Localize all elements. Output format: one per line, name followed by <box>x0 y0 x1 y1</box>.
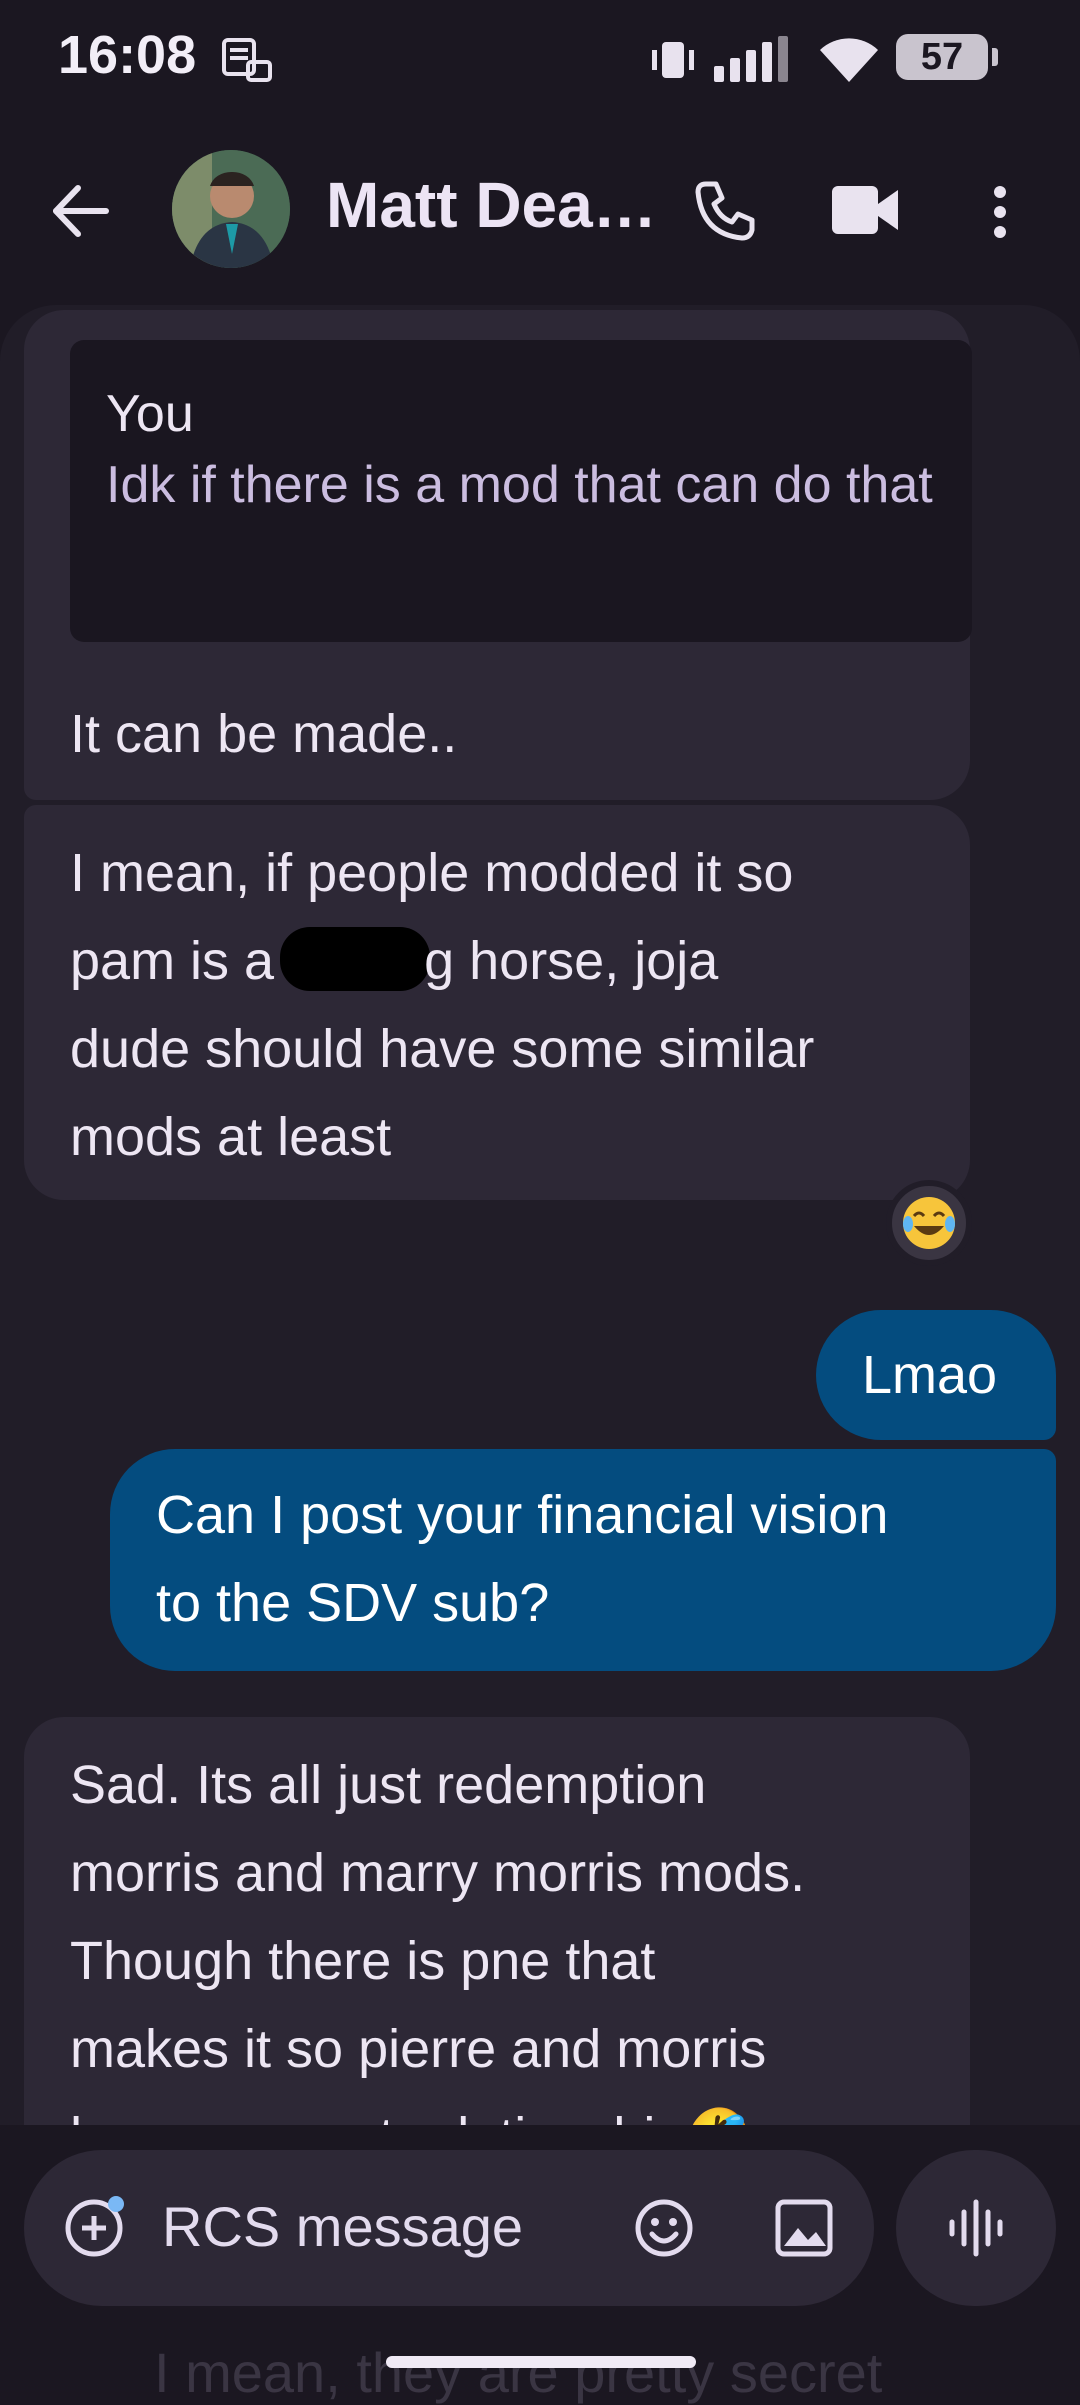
battery-indicator: 57 <box>896 34 998 80</box>
emoji-icon[interactable] <box>632 2196 696 2260</box>
message-text-line: Though there is pne that <box>70 1931 656 1991</box>
incoming-message[interactable]: Sad. Its all just redemption morris and … <box>24 1717 970 2125</box>
message-thread[interactable]: You Idk if there is a mod that can do th… <box>0 305 1080 2125</box>
message-text-line: to the SDV sub? <box>156 1573 550 1633</box>
message-text-line: have a secret relationship🤣 <box>70 2093 753 2125</box>
scrolled-message-preview: I mean, they are pretty secret <box>154 2341 883 2404</box>
status-bar: 16:08 57 <box>0 0 1080 120</box>
incoming-message[interactable]: You Idk if there is a mod that can do th… <box>24 310 972 800</box>
contact-name[interactable]: Matt Dea… <box>326 168 657 242</box>
voice-message-button[interactable] <box>896 2150 1056 2306</box>
phone-call-icon[interactable] <box>692 178 756 242</box>
message-text-segment: pam is a f <box>70 931 305 991</box>
laughing-emoji-icon <box>903 1197 955 1249</box>
message-text-line: I mean, if people modded it so <box>70 843 794 903</box>
message-text-line: Can I post your financial vision <box>156 1485 889 1545</box>
reply-sender: You <box>106 385 194 443</box>
gallery-icon[interactable] <box>774 2198 834 2258</box>
message-input[interactable]: RCS message <box>162 2194 523 2259</box>
message-text-segment: g horse, joja <box>424 931 719 991</box>
gesture-navigation-bar[interactable] <box>386 2356 696 2368</box>
notification-icon <box>222 38 272 82</box>
vibrate-icon <box>652 42 694 78</box>
message-text: Lmao <box>862 1345 998 1405</box>
more-options-icon[interactable] <box>988 184 1012 240</box>
signal-icon <box>714 36 788 82</box>
waveform-icon <box>949 2199 1003 2257</box>
reply-quote-text: Idk if there is a mod that can do that <box>106 456 933 514</box>
message-text-line: dude should have some similar <box>70 1019 815 1079</box>
back-arrow-icon[interactable] <box>46 176 116 246</box>
add-attachment-icon[interactable] <box>60 2194 128 2262</box>
censor-blot <box>280 927 431 991</box>
message-text-line: morris and marry morris mods. <box>70 1843 806 1903</box>
message-text-line: Sad. Its all just redemption <box>70 1755 707 1815</box>
message-text-line: pam is a f g horse, joja <box>70 917 718 1005</box>
wifi-icon <box>820 38 878 82</box>
status-time: 16:08 <box>58 25 197 85</box>
reaction-badge[interactable] <box>886 1180 972 1266</box>
conversation-header: Matt Dea… <box>0 150 1080 270</box>
message-composer[interactable]: RCS message <box>24 2150 874 2306</box>
message-text-line: mods at least <box>70 1107 392 1167</box>
video-call-icon[interactable] <box>830 182 900 238</box>
message-text-line: makes it so pierre and morris <box>70 2019 767 2079</box>
outgoing-message[interactable]: Can I post your financial vision to the … <box>110 1449 1056 1671</box>
quoted-reply[interactable]: You Idk if there is a mod that can do th… <box>70 340 972 642</box>
contact-avatar[interactable] <box>172 150 290 268</box>
incoming-message[interactable]: I mean, if people modded it so pam is a … <box>24 805 970 1200</box>
outgoing-message[interactable]: Lmao <box>816 1310 1056 1440</box>
message-text: It can be made.. <box>70 704 458 764</box>
